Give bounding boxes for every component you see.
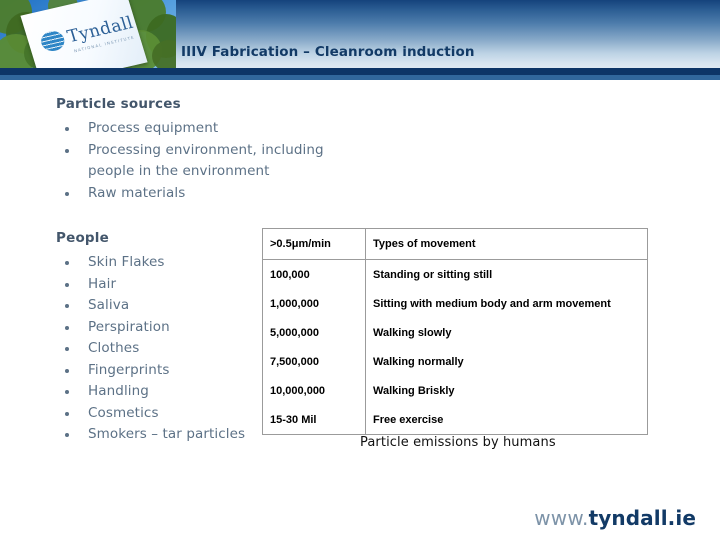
bullet-icon <box>65 304 69 308</box>
list-item-label: Smokers – tar particles <box>88 426 246 442</box>
cell-movement: Walking slowly <box>365 318 648 347</box>
cell-movement: Standing or sitting still <box>365 259 648 289</box>
list-item-label: Processing environment, including people… <box>88 141 324 180</box>
bullet-icon <box>65 325 69 330</box>
table-row: 5,000,000 Walking slowly <box>262 318 648 347</box>
slide-header: Tyndall NATIONAL INSTITUTE IIIV Fabricat… <box>0 0 720 80</box>
list-item-label: Process equipment <box>88 120 219 136</box>
list-item: Fingerprints <box>56 360 286 382</box>
cell-rate: 100,000 <box>262 259 366 289</box>
column-header-rate: >0.5μm/min <box>262 228 366 260</box>
list-item: Clothes <box>56 338 286 360</box>
list-item-label: Clothes <box>88 340 140 356</box>
list-item-label: Skin Flakes <box>88 254 165 270</box>
list-item-label: Hair <box>88 275 117 292</box>
bullet-icon <box>65 390 69 394</box>
bullet-list-people: Skin Flakes Hair Saliva Perspiration Clo… <box>56 252 286 446</box>
footer-url-prefix: www. <box>534 506 589 530</box>
table-header: >0.5μm/min Types of movement <box>262 228 648 260</box>
bullet-icon <box>65 127 69 131</box>
table-row: 1,000,000 Sitting with medium body and a… <box>262 289 648 318</box>
table-row: 100,000 Standing or sitting still <box>262 259 648 289</box>
bullet-icon <box>65 411 69 416</box>
bullet-icon <box>65 148 69 153</box>
header-rule-dark <box>0 68 720 75</box>
cell-rate: 10,000,000 <box>262 376 366 405</box>
tyndall-signboard: Tyndall NATIONAL INSTITUTE <box>20 0 148 68</box>
table-row: 10,000,000 Walking Briskly <box>262 376 648 405</box>
table-body: 100,000 Standing or sitting still 1,000,… <box>262 259 648 435</box>
cell-movement: Walking normally <box>365 347 648 376</box>
list-item-label: Fingerprints <box>88 361 170 378</box>
cell-movement: Free exercise <box>365 405 648 435</box>
column-header-movement: Types of movement <box>365 228 648 260</box>
bullet-icon <box>65 368 69 373</box>
list-item: Hair <box>56 274 286 296</box>
list-item: Raw materials <box>56 183 356 205</box>
table-header-row: >0.5μm/min Types of movement <box>262 228 648 260</box>
list-item-label: Cosmetics <box>88 404 159 421</box>
bullet-icon <box>65 191 69 196</box>
table-row: 15-30 Mil Free exercise <box>262 405 648 435</box>
bullet-icon <box>65 433 69 437</box>
tyndall-logo-photo: Tyndall NATIONAL INSTITUTE <box>0 0 176 68</box>
list-item: Smokers – tar particles <box>56 424 286 446</box>
cell-movement: Walking Briskly <box>365 376 648 405</box>
header-rule-mid <box>0 75 720 80</box>
tyndall-globe-icon <box>38 28 67 54</box>
list-item: Skin Flakes <box>56 252 286 274</box>
list-item: Perspiration <box>56 317 286 339</box>
cell-movement: Sitting with medium body and arm movemen… <box>365 289 648 318</box>
list-item-label: Handling <box>88 383 149 399</box>
list-item: Saliva <box>56 295 286 317</box>
section-heading-particle-sources: Particle sources <box>56 96 181 112</box>
cell-rate: 5,000,000 <box>262 318 366 347</box>
table-caption: Particle emissions by humans <box>360 435 556 450</box>
list-item: Handling <box>56 381 286 403</box>
particle-emissions-table: >0.5μm/min Types of movement 100,000 Sta… <box>262 228 648 435</box>
bullet-icon <box>65 261 69 265</box>
footer-website-url: www.tyndall.ie <box>534 506 696 530</box>
list-item-label: Saliva <box>88 297 130 313</box>
foliage-decor <box>152 40 176 68</box>
bullet-list-particle-sources: Process equipment Processing environment… <box>56 118 356 204</box>
cell-rate: 15-30 Mil <box>262 405 366 435</box>
page-title: IIIV Fabrication – Cleanroom induction <box>181 44 475 60</box>
table-row: 7,500,000 Walking normally <box>262 347 648 376</box>
cell-rate: 7,500,000 <box>262 347 366 376</box>
list-item-label: Raw materials <box>88 184 186 201</box>
bullet-icon <box>65 282 69 287</box>
particle-emissions-table-wrapper: >0.5μm/min Types of movement 100,000 Sta… <box>262 228 648 435</box>
bullet-icon <box>65 347 69 351</box>
footer-url-domain: tyndall.ie <box>588 506 696 530</box>
section-heading-people: People <box>56 230 109 246</box>
list-item: Process equipment <box>56 118 356 140</box>
list-item: Processing environment, including people… <box>56 140 356 183</box>
list-item-label: Perspiration <box>88 318 170 335</box>
cell-rate: 1,000,000 <box>262 289 366 318</box>
list-item: Cosmetics <box>56 403 286 425</box>
